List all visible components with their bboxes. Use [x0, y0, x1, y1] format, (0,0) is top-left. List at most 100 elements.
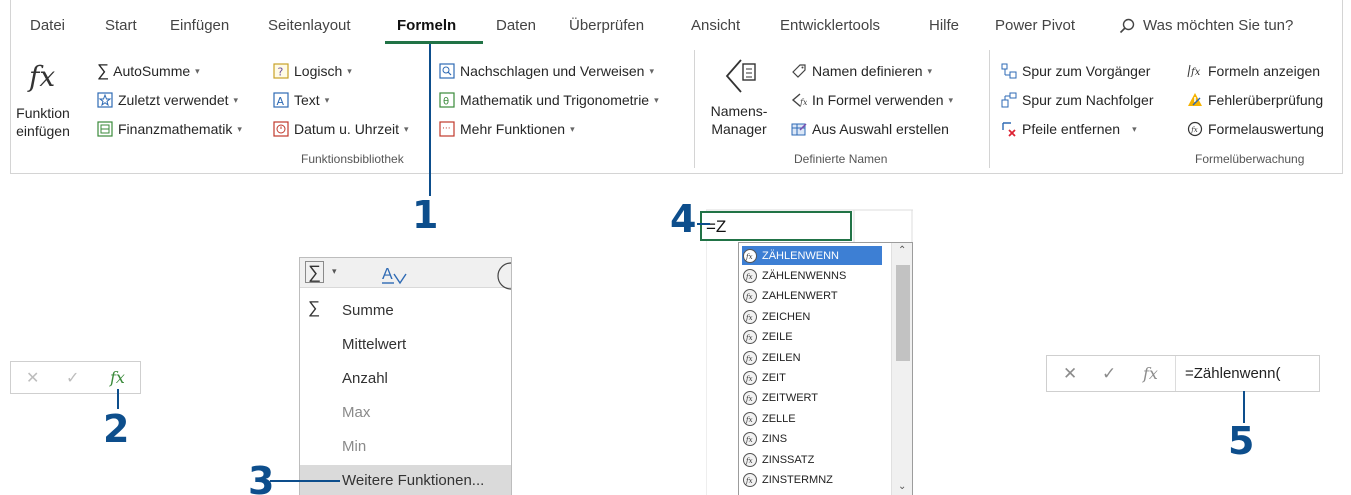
- tab-daten[interactable]: Daten: [496, 17, 536, 34]
- autocomplete-item[interactable]: fx ZINS: [742, 430, 882, 449]
- scroll-down-icon[interactable]: ⌄: [898, 481, 906, 492]
- define-name-button[interactable]: Namen definieren ▾: [791, 60, 932, 82]
- autocomplete-item[interactable]: fx ZEILEN: [742, 348, 882, 367]
- trace-dependents-button[interactable]: Spur zum Nachfolger: [1001, 89, 1154, 111]
- tab-entwicklertools[interactable]: Entwicklertools: [780, 17, 880, 34]
- logical-book-icon: ?: [273, 63, 289, 79]
- autocomplete-item-label: ZEITWERT: [762, 392, 819, 405]
- fx-icon[interactable]: fx: [1143, 364, 1158, 383]
- tab-hilfe[interactable]: Hilfe: [929, 17, 959, 34]
- financial-button[interactable]: Finanzmathematik ▾: [97, 118, 242, 140]
- lookup-button[interactable]: Nachschlagen und Verweisen ▾: [439, 60, 654, 82]
- active-cell[interactable]: =Z: [700, 211, 852, 241]
- clock-book-icon: [273, 121, 289, 137]
- autocomplete-item[interactable]: fx ZÄHLENWENNS: [742, 266, 882, 285]
- tab-start[interactable]: Start: [105, 17, 137, 34]
- sigma-icon[interactable]: ∑: [305, 261, 324, 283]
- formula-bar-small: ✕ ✓ fx: [10, 361, 141, 394]
- remove-arrows-button[interactable]: Pfeile entfernen ▾: [1001, 118, 1137, 140]
- autocomplete-item-label: ZEICHEN: [762, 310, 811, 323]
- menu-item-weitere-funktionen-label: Weitere Funktionen...: [342, 472, 485, 489]
- tab-ueberpruefen[interactable]: Überprüfen: [569, 17, 644, 34]
- autocomplete-item[interactable]: fx ZELLE: [742, 409, 882, 428]
- autocomplete-item[interactable]: fx ZINSTERMNZ: [742, 470, 882, 489]
- svg-text:fx: fx: [745, 416, 753, 424]
- lookup-label: Nachschlagen und Verweisen: [460, 63, 645, 79]
- enter-check-icon[interactable]: ✓: [66, 368, 79, 388]
- tab-seitenlayout[interactable]: Seitenlayout: [268, 17, 351, 34]
- cancel-icon[interactable]: ✕: [1063, 364, 1077, 384]
- fx-icon[interactable]: fx: [110, 368, 125, 387]
- formula-text[interactable]: =Zählenwenn(: [1185, 365, 1280, 382]
- callout-2: 2: [103, 407, 130, 451]
- scroll-up-icon[interactable]: ⌃: [898, 245, 906, 256]
- tab-power-pivot[interactable]: Power Pivot: [995, 17, 1075, 34]
- menu-item-anzahl[interactable]: Anzahl: [342, 370, 388, 387]
- callout-1: 1: [412, 193, 439, 237]
- logical-button[interactable]: ? Logisch ▾: [273, 60, 352, 82]
- insert-function-button[interactable]: fx Funktion einfügen: [15, 52, 71, 148]
- autocomplete-item[interactable]: fx ZÄHLENWENN: [742, 246, 882, 265]
- svg-text:···: ···: [442, 124, 451, 134]
- tell-me-search[interactable]: Was möchten Sie tun?: [1143, 17, 1293, 34]
- remove-arrows-icon: [1002, 122, 1016, 137]
- cancel-icon[interactable]: ✕: [26, 368, 39, 388]
- more-functions-button[interactable]: ··· Mehr Funktionen ▾: [439, 118, 575, 140]
- recently-used-button[interactable]: Zuletzt verwendet ▾: [97, 89, 238, 111]
- math-button[interactable]: θ Mathematik und Trigonometrie ▾: [439, 89, 659, 111]
- autocomplete-item[interactable]: fx ZAHLENWERT: [742, 287, 882, 306]
- menu-item-min[interactable]: Min: [342, 438, 366, 455]
- tab-datei[interactable]: Datei: [30, 17, 65, 34]
- more-functions-icon: ···: [439, 121, 455, 137]
- autosum-button[interactable]: ∑ AutoSumme ▾: [97, 60, 200, 82]
- svg-text:fx: fx: [1190, 126, 1198, 134]
- tab-formeln[interactable]: Formeln: [397, 17, 456, 34]
- remove-arrows-label: Pfeile entfernen: [1022, 121, 1121, 137]
- svg-text:fx: fx: [745, 293, 753, 301]
- autocomplete-scrollbar[interactable]: ⌃ ⌄: [891, 243, 912, 495]
- autocomplete-item-label: ZINSTERMNZ: [762, 473, 833, 486]
- create-from-selection-icon: [791, 123, 807, 136]
- autocomplete-item[interactable]: fx ZEITWERT: [742, 389, 882, 408]
- datetime-button[interactable]: Datum u. Uhrzeit ▾: [273, 118, 409, 140]
- menu-item-mittelwert-label: Mittelwert: [342, 336, 407, 353]
- autocomplete-item[interactable]: fx ZINSSATZ: [742, 450, 882, 469]
- autocomplete-item[interactable]: fx ZEILE: [742, 328, 882, 347]
- scrollbar-thumb[interactable]: [896, 265, 910, 361]
- chevron-down-icon: ▾: [1132, 123, 1137, 134]
- text-button[interactable]: A Text ▾: [273, 89, 329, 111]
- menu-item-summe-label: Summe: [342, 302, 394, 319]
- menu-item-summe[interactable]: Summe: [342, 302, 394, 319]
- name-manager-label-2: Manager: [711, 121, 767, 137]
- chevron-down-icon: ▾: [347, 65, 352, 76]
- use-in-formula-button[interactable]: fx In Formel verwenden ▾: [791, 89, 953, 111]
- show-formulas-button[interactable]: fx Formeln anzeigen: [1187, 60, 1320, 82]
- menu-item-mittelwert[interactable]: Mittelwert: [342, 336, 406, 353]
- function-icon: fx: [743, 472, 757, 487]
- autocomplete-item[interactable]: fx ZEIT: [742, 368, 882, 387]
- svg-text:A: A: [382, 266, 393, 283]
- name-manager-button[interactable]: Namens- Manager: [705, 52, 773, 148]
- autocomplete-item[interactable]: fx ZEICHEN: [742, 307, 882, 326]
- menu-item-max[interactable]: Max: [342, 404, 370, 421]
- trace-precedents-button[interactable]: Spur zum Vorgänger: [1001, 60, 1150, 82]
- function-icon: fx: [743, 411, 757, 426]
- function-icon: fx: [743, 391, 757, 406]
- name-manager-icon: [725, 59, 756, 93]
- formula-bar-divider: [1175, 356, 1176, 391]
- tag-icon: [792, 64, 806, 78]
- group-label-function-library: Funktionsbibliothek: [301, 152, 404, 166]
- create-from-selection-button[interactable]: Aus Auswahl erstellen: [791, 118, 949, 140]
- enter-check-icon[interactable]: ✓: [1102, 364, 1116, 384]
- callout-4-line: [697, 223, 710, 225]
- use-in-formula-label: In Formel verwenden: [812, 92, 944, 108]
- menu-item-min-label: Min: [342, 438, 367, 455]
- trace-precedents-icon: [1001, 63, 1017, 79]
- tab-ansicht[interactable]: Ansicht: [691, 17, 740, 34]
- autosum-label: AutoSumme: [113, 63, 191, 79]
- evaluate-formula-button[interactable]: fx Formelauswertung: [1187, 118, 1324, 140]
- tab-einfuegen[interactable]: Einfügen: [170, 17, 229, 34]
- use-in-formula-icon: fx: [791, 93, 807, 107]
- error-checking-button[interactable]: Fehlerüberprüfung: [1187, 89, 1323, 111]
- chevron-down-icon: ▾: [404, 123, 409, 134]
